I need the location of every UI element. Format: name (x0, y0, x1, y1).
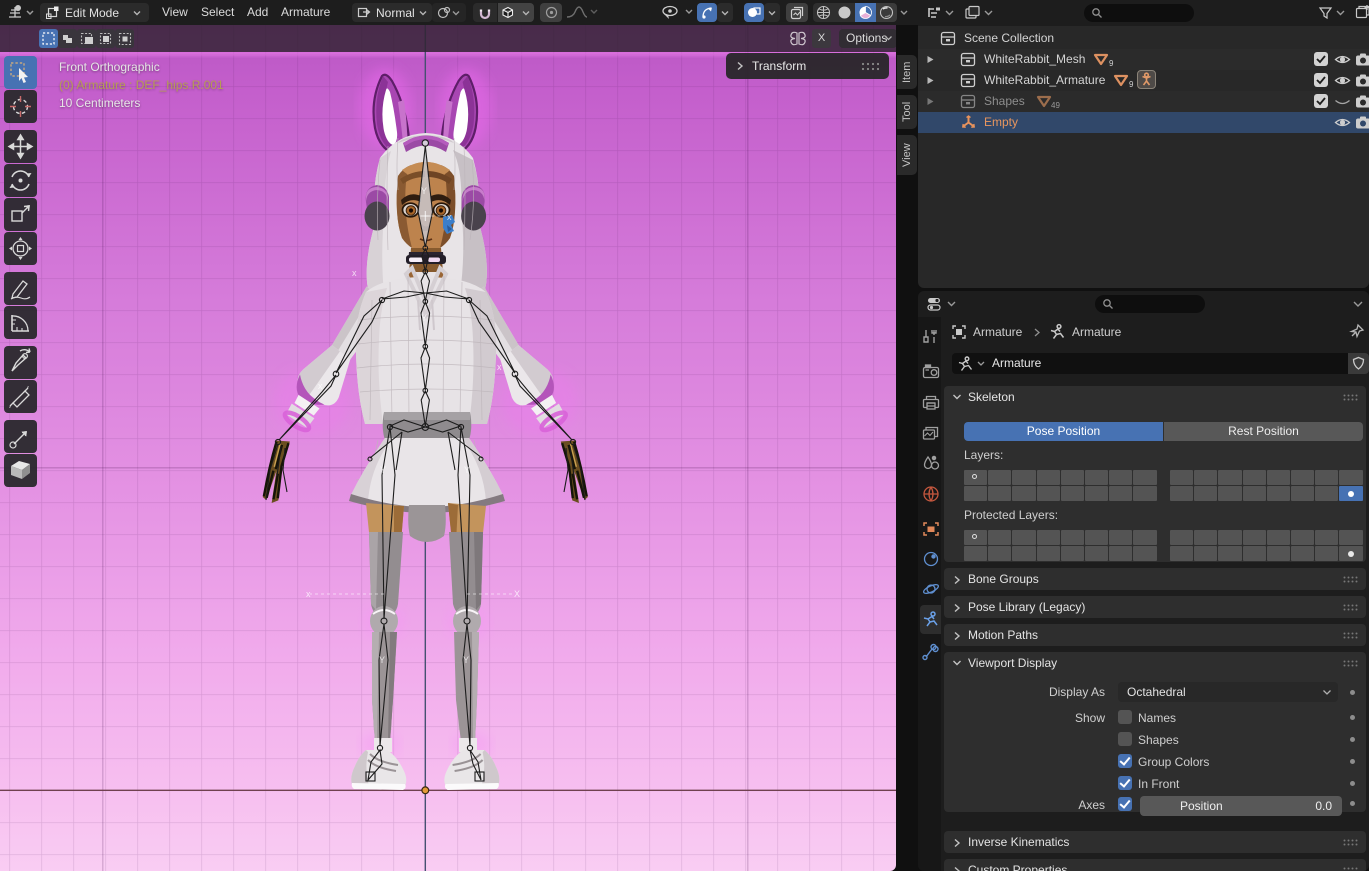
svg-text:X: X (514, 589, 520, 599)
svg-text:Y: Y (463, 655, 469, 665)
svg-text:9: 9 (1129, 80, 1134, 89)
svg-text:x: x (306, 589, 311, 599)
svg-text:9: 9 (1109, 59, 1114, 68)
svg-text:x: x (352, 268, 357, 278)
svg-text:x: x (497, 362, 502, 372)
svg-text:49: 49 (1051, 101, 1060, 110)
svg-text:x: x (447, 212, 452, 222)
svg-text:Y: Y (421, 186, 427, 196)
svg-text:Y: Y (421, 313, 427, 323)
svg-text:Y: Y (379, 655, 385, 665)
svg-text:Y: Y (380, 465, 386, 475)
svg-text:x: x (318, 381, 323, 391)
svg-text:Y: Y (464, 465, 470, 475)
